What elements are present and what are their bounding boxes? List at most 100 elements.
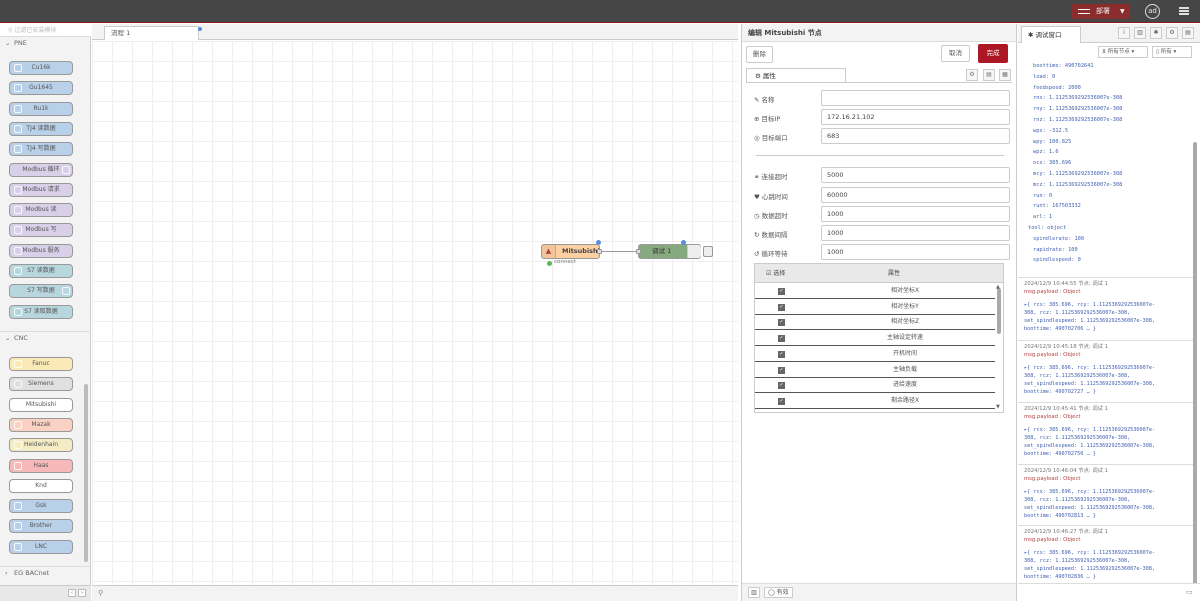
tab-properties[interactable]: ⚙ 属性: [746, 68, 846, 83]
message-meta[interactable]: 2024/12/9 10:44:55 节点: 调试 1: [1024, 279, 1108, 287]
filter-nodes-label: 所有节点: [1107, 49, 1130, 55]
connection-wire[interactable]: [602, 251, 639, 252]
description-icon[interactable]: ▤: [983, 69, 995, 81]
info-book-icon[interactable]: ▥: [748, 587, 760, 598]
message-payload[interactable]: ▸{ rcx: 385.696, rcy: 1.1125369292536007…: [1024, 301, 1194, 333]
palette-node[interactable]: Modbus 请求: [9, 182, 73, 197]
field-input[interactable]: 5000: [821, 167, 1010, 183]
row-checkbox[interactable]: ✓: [778, 366, 785, 374]
row-checkbox[interactable]: ✓: [778, 288, 785, 295]
palette-node[interactable]: Knd: [9, 478, 73, 493]
context-icon[interactable]: ▤: [1182, 27, 1194, 39]
message-meta[interactable]: 2024/12/9 10:45:41 节点: 调试 1: [1024, 404, 1108, 412]
palette-node[interactable]: Modbus 循环: [9, 162, 73, 177]
field-input[interactable]: 683: [821, 128, 1010, 144]
table-row: ✓ 开机时间: [755, 347, 995, 362]
avatar[interactable]: ad: [1145, 4, 1160, 19]
deploy-button[interactable]: 部署 ▼: [1072, 4, 1130, 19]
message-meta[interactable]: 2024/12/9 10:46:27 节点: 调试 1: [1024, 527, 1108, 535]
message-meta[interactable]: 2024/12/9 10:45:18 节点: 调试 1: [1024, 342, 1108, 350]
scroll-down-icon[interactable]: ▼: [996, 404, 1000, 410]
debug-node[interactable]: 调试 1: [636, 240, 713, 259]
node-type-icon: [14, 420, 22, 429]
debug-tree-item[interactable]: tool: object: [1028, 225, 1066, 231]
palette-node-label: Modbus 写: [25, 226, 57, 234]
delete-button[interactable]: 删除: [746, 46, 773, 63]
palette-node[interactable]: S7 读数据: [9, 264, 73, 278]
message-payload[interactable]: ▸{ rcx: 385.696, rcy: 1.1125369292536007…: [1024, 488, 1194, 520]
table-scrollbar[interactable]: [997, 288, 1001, 334]
open-window-icon[interactable]: ▭: [1186, 588, 1193, 596]
message-payload[interactable]: ▸{ rcx: 385.696, rcy: 1.1125369292536007…: [1024, 364, 1194, 396]
filter-level-select[interactable]: ▯ 所有 ▾: [1152, 46, 1192, 58]
palette-node[interactable]: S7 写数据: [9, 284, 73, 299]
select-all-checkbox[interactable]: ☑ 选择: [766, 264, 785, 283]
row-checkbox[interactable]: ✓: [778, 335, 785, 343]
palette-node[interactable]: Cu16k: [9, 61, 73, 75]
flow-canvas[interactable]: ▲ Mitsubishi connect 调试 1: [92, 41, 738, 601]
message-payload[interactable]: ▸{ rcx: 385.696, rcy: 1.1125369292536007…: [1024, 549, 1194, 581]
palette-category-top[interactable]: ⌄ PNE: [0, 37, 91, 50]
palette-node[interactable]: TJ4 读数据: [9, 121, 73, 136]
message-payload[interactable]: ▸{ rcx: 385.696, rcy: 1.1125369292536007…: [1024, 426, 1194, 458]
bug-icon[interactable]: ✱: [1150, 27, 1162, 39]
palette-node[interactable]: Gsk: [9, 499, 73, 514]
row-checkbox[interactable]: ✓: [778, 319, 785, 327]
chevron-down-icon[interactable]: ▼: [1120, 4, 1125, 19]
palette-category-bacnet[interactable]: › EG BACnet: [0, 566, 91, 579]
field-input[interactable]: 1000: [821, 206, 1010, 222]
field-input[interactable]: 1000: [821, 244, 1010, 260]
palette-node[interactable]: S7 读取数据: [9, 304, 73, 319]
config-gear-icon[interactable]: ⚙: [1166, 27, 1178, 39]
expand-all-icon[interactable]: ›: [78, 589, 86, 597]
field-input[interactable]: 60000: [821, 187, 1010, 203]
palette-node[interactable]: Mazak: [9, 417, 73, 432]
menu-icon[interactable]: [1179, 7, 1189, 15]
field-input[interactable]: 172.16.21.102: [821, 109, 1010, 125]
palette-node[interactable]: Modbus 服务: [9, 243, 73, 258]
palette-node[interactable]: Gu1645: [9, 81, 73, 96]
message-meta[interactable]: 2024/12/9 10:46:04 节点: 调试 1: [1024, 466, 1108, 474]
scroll-up-icon[interactable]: ▲: [996, 284, 1000, 290]
palette-node[interactable]: LNC: [9, 539, 73, 554]
gear-icon[interactable]: ⚙: [966, 69, 978, 81]
message-type: msg.payload : Object: [1024, 352, 1081, 358]
palette-node[interactable]: Modbus 读: [9, 203, 73, 218]
field-input[interactable]: [821, 90, 1010, 106]
palette-node[interactable]: Ru1k: [9, 101, 73, 116]
palette-node[interactable]: Mitsubishi: [9, 397, 73, 412]
input-port[interactable]: [636, 249, 641, 254]
editor-title: 编辑 Mitsubishi 节点: [742, 24, 1016, 42]
row-checkbox[interactable]: ✓: [778, 397, 785, 405]
field-input[interactable]: 1000: [821, 225, 1010, 241]
palette-node[interactable]: Brother: [9, 519, 73, 534]
row-checkbox[interactable]: ✓: [778, 303, 785, 311]
search-icon[interactable]: ⚲: [98, 589, 103, 597]
palette-node[interactable]: TJ4 写数据: [9, 142, 73, 157]
palette-node[interactable]: Fanuc: [9, 357, 73, 371]
row-checkbox[interactable]: ✓: [778, 382, 785, 390]
palette-node[interactable]: Haas: [9, 458, 73, 473]
appearance-icon[interactable]: ▦: [999, 69, 1011, 81]
enabled-toggle[interactable]: ◯ 有效: [764, 587, 793, 598]
palette-scrollbar[interactable]: [84, 384, 88, 562]
tab-debug[interactable]: ✱ 调试窗口: [1021, 26, 1081, 43]
row-checkbox[interactable]: ✓: [778, 350, 785, 358]
collapse-all-icon[interactable]: ‹: [68, 589, 76, 597]
palette-search-input[interactable]: ⚲ 过滤已安装模块: [0, 24, 91, 37]
palette-node[interactable]: Modbus 写: [9, 223, 73, 238]
palette-node[interactable]: Siemens: [9, 377, 73, 392]
done-button[interactable]: 完成: [978, 44, 1008, 63]
cancel-button[interactable]: 取消: [941, 45, 970, 62]
debug-toggle-button[interactable]: [703, 246, 713, 257]
help-book-icon[interactable]: ▥: [1134, 27, 1146, 39]
debug-scrollbar[interactable]: [1193, 142, 1197, 590]
palette-node[interactable]: Heidenhain: [9, 438, 73, 453]
info-icon[interactable]: i: [1118, 27, 1130, 39]
filter-nodes-select[interactable]: ⊻ 所有节点 ▾: [1098, 46, 1148, 58]
tab-flow-1[interactable]: 流程 1: [104, 26, 202, 40]
node-palette: ⚲ 过滤已安装模块 ⌄ PNE Cu16k Gu1645 Ru1k TJ4 读数据 TJ4…: [0, 24, 91, 601]
palette-category-cnc[interactable]: ⌄ CNC: [0, 331, 91, 344]
field-label-text: 循环等待: [761, 250, 788, 258]
mitsubishi-node[interactable]: ▲ Mitsubishi: [541, 240, 602, 259]
